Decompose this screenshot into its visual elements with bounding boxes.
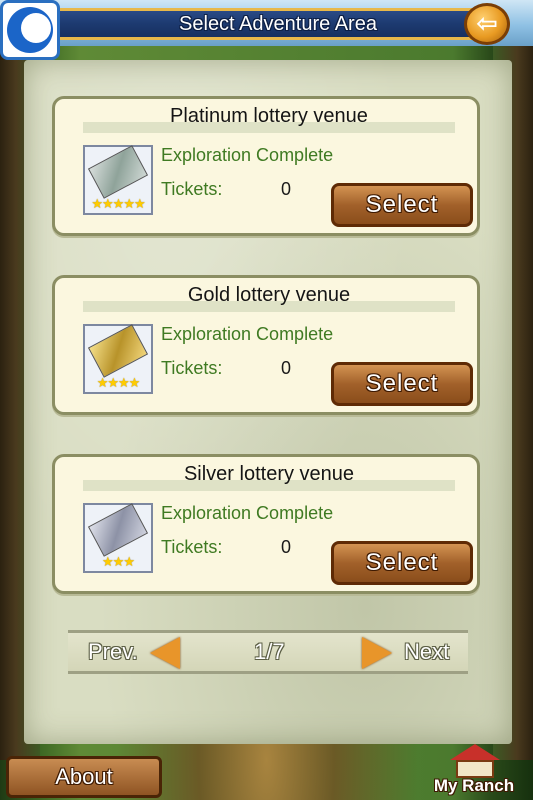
back-button[interactable]: ⇦ xyxy=(464,3,510,45)
exploration-status: Exploration Complete xyxy=(161,145,334,165)
ticket-silver-icon: ★★★ xyxy=(83,503,153,573)
tickets-count: 0 xyxy=(281,179,292,199)
next-page-button[interactable]: Next xyxy=(404,639,449,665)
select-button-gold[interactable]: Select xyxy=(331,362,473,406)
my-ranch-button[interactable]: My Ranch xyxy=(424,742,524,798)
rarity-stars: ★★★ xyxy=(102,555,135,570)
about-button[interactable]: About xyxy=(6,756,162,798)
ticket-paper xyxy=(87,145,149,199)
ticket-paper xyxy=(87,503,149,557)
arrow-left-icon: ⇦ xyxy=(476,9,498,39)
tickets-count: 0 xyxy=(281,358,292,378)
page-indicator: 1/7 xyxy=(254,639,285,664)
tickets-label: Tickets: xyxy=(161,179,223,199)
select-button-platinum[interactable]: Select xyxy=(331,183,473,227)
venue-name: Platinum lottery venue xyxy=(83,105,455,133)
app-logo-swirl xyxy=(7,7,53,53)
barn-icon xyxy=(450,744,500,778)
venue-card-platinum: Platinum lottery venue ★★★★★ Exploration… xyxy=(52,96,480,236)
venue-name: Silver lottery venue xyxy=(83,463,455,491)
pagination-bar: Prev. 1/7 Next xyxy=(68,630,468,674)
tickets-count: 0 xyxy=(281,537,292,557)
tickets-label: Tickets: xyxy=(161,358,223,378)
venue-card-silver: Silver lottery venue ★★★ Exploration Com… xyxy=(52,454,480,594)
app-logo-icon[interactable] xyxy=(0,0,60,60)
parchment-panel: Platinum lottery venue ★★★★★ Exploration… xyxy=(24,60,512,744)
ticket-gold-icon: ★★★★ xyxy=(83,324,153,394)
select-button-silver[interactable]: Select xyxy=(331,541,473,585)
ticket-platinum-icon: ★★★★★ xyxy=(83,145,153,215)
triangle-left-icon[interactable] xyxy=(150,637,180,669)
page-title: Select Adventure Area xyxy=(179,13,377,35)
my-ranch-label: My Ranch xyxy=(433,776,515,795)
venue-name: Gold lottery venue xyxy=(83,284,455,312)
prev-page-button[interactable]: Prev. xyxy=(88,639,138,665)
rarity-stars: ★★★★★ xyxy=(91,197,145,212)
venue-card-gold: Gold lottery venue ★★★★ Exploration Comp… xyxy=(52,275,480,415)
exploration-status: Exploration Complete xyxy=(161,503,334,523)
ticket-paper xyxy=(87,324,149,378)
tickets-label: Tickets: xyxy=(161,537,223,557)
exploration-status: Exploration Complete xyxy=(161,324,334,344)
barn-roof xyxy=(450,744,500,760)
rarity-stars: ★★★★ xyxy=(96,376,141,391)
title-bar: Select Adventure Area xyxy=(58,8,498,40)
triangle-right-icon[interactable] xyxy=(362,637,392,669)
header: Select Adventure Area ⇦ xyxy=(0,0,533,60)
